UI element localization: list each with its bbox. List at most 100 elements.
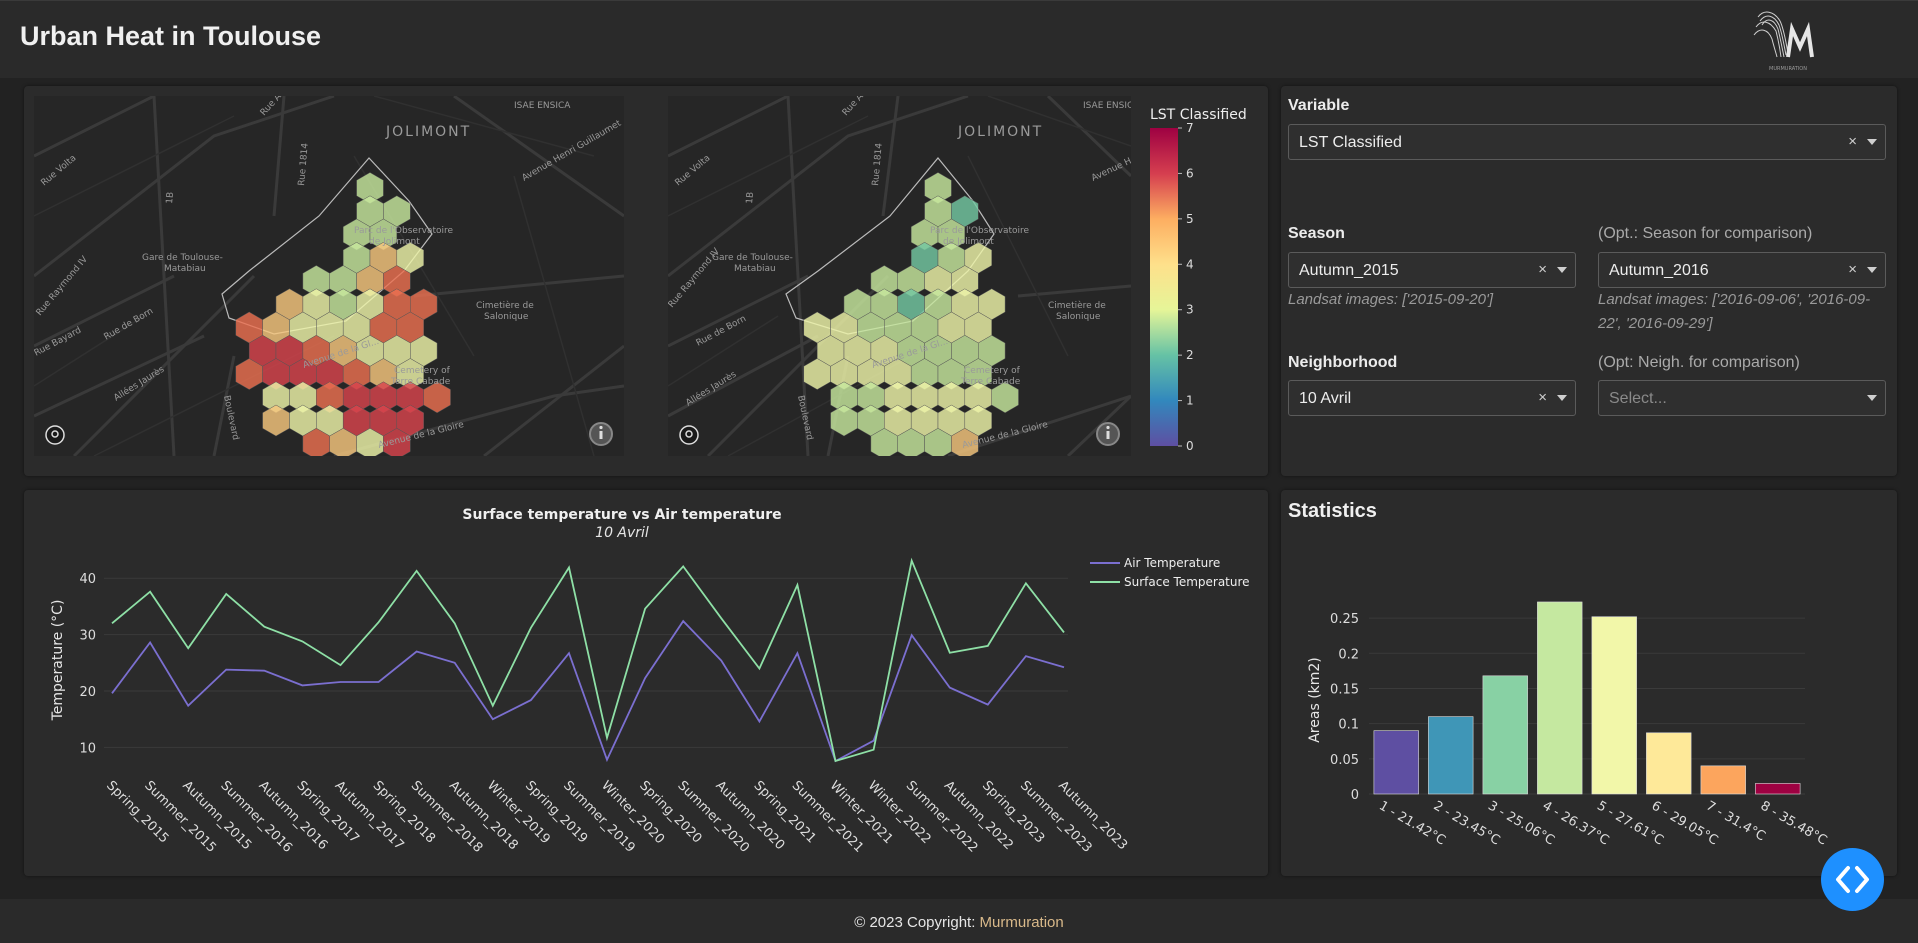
chevron-down-icon[interactable] [1867, 267, 1877, 273]
footer-copyright: © 2023 Copyright: [854, 914, 980, 931]
colorbar-tick-label: 5 [1186, 212, 1194, 226]
legend-entry[interactable]: Air Temperature [1124, 556, 1220, 570]
chart-title: Surface temperature vs Air temperature [462, 507, 781, 523]
colorbar-tick-label: 0 [1186, 439, 1194, 453]
bar[interactable] [1591, 616, 1637, 795]
colorbar-legend: LST Classified 0 1 2 3 4 5 6 7 [1150, 107, 1247, 453]
map-label-jaures: Allées Jaurès [684, 369, 739, 409]
season-compare-note-line-1: Landsat images: ['2016-09-06', '2016-09- [1598, 291, 1871, 308]
bar[interactable] [1755, 783, 1801, 795]
chevron-down-icon[interactable] [1867, 139, 1877, 145]
y-tick-label: 0.2 [1338, 647, 1359, 662]
map-label-volta: Rue Volta [674, 153, 713, 188]
season-landsat-note: Landsat images: ['2015-09-20'] [1288, 291, 1494, 308]
series-line-surface[interactable] [111, 557, 1065, 763]
season-select-value: Autumn_2015 [1299, 262, 1399, 279]
variable-select[interactable]: LST Classified × [1288, 124, 1886, 160]
maplibre-logo-icon[interactable] [45, 425, 65, 445]
chevron-down-icon[interactable] [1867, 395, 1877, 401]
chart-subtitle: 10 Avril [595, 525, 649, 541]
bar[interactable] [1373, 730, 1419, 795]
map-label-jaures: Allées Jaurès [112, 364, 167, 404]
map-label-observatoire: Parc de l'Observatoire [930, 226, 1030, 236]
variable-select-value: LST Classified [1299, 134, 1402, 151]
hex-cell [262, 404, 290, 437]
murmuration-logo: MURMURATION [1753, 11, 1814, 72]
clear-icon[interactable]: × [1538, 261, 1547, 278]
bar[interactable] [1537, 601, 1583, 795]
map-label-cimetiere: Cimetière de [1048, 300, 1106, 311]
map-label-boulevard: Boulevard [221, 395, 240, 442]
map-label-cemetery-2: Terre Cabade [390, 377, 451, 387]
neighborhood-select[interactable]: 10 Avril × [1288, 380, 1576, 416]
maplibre-logo-icon[interactable] [679, 425, 699, 445]
season-select[interactable]: Autumn_2015 × [1288, 252, 1576, 288]
map-label-gare: Gare de Toulouse- [712, 253, 793, 263]
legend-entry[interactable]: Surface Temperature [1124, 575, 1250, 589]
map-label-raymond: Rue Raymond IV [35, 254, 91, 318]
colorbar-tick-label: 2 [1186, 348, 1194, 362]
temperature-line-chart[interactable]: 10 20 30 40 Temperature (°C) Surface temperat… [24, 490, 1268, 876]
map-label-1b: 1B [165, 192, 176, 205]
colorbar-tick-label: 4 [1186, 257, 1194, 271]
map-label-jolimont: JOLIMONT [957, 124, 1043, 140]
neighborhood-label: Neighborhood [1288, 354, 1398, 371]
y-tick-label: 0.1 [1338, 718, 1359, 733]
chevron-down-icon[interactable] [1557, 267, 1567, 273]
bar[interactable] [1646, 732, 1692, 795]
map-right[interactable]: JOLIMONT ISAE ENSICA Rue Arago Rue 1814 … [668, 96, 1131, 456]
map-label-henri: Avenue Henri Guillaumet [521, 118, 624, 183]
map-label-jolimont: JOLIMONT [385, 124, 471, 140]
y-tick-label: 40 [79, 572, 96, 587]
app-header: Urban Heat in Toulouse MURMURATION [0, 0, 1918, 78]
footer-brand-link[interactable]: Murmuration [980, 914, 1064, 931]
clear-icon[interactable]: × [1848, 133, 1857, 150]
colorbar-tick-label: 1 [1186, 394, 1194, 408]
bar[interactable] [1428, 716, 1474, 795]
season-compare-note-line-2: 22', '2016-09-29'] [1598, 315, 1713, 332]
colorbar-gradient [1150, 128, 1178, 446]
chevron-down-icon[interactable] [1557, 395, 1567, 401]
map-label-gare-2: Matabiau [734, 264, 776, 274]
map-right-canvas[interactable]: JOLIMONT ISAE ENSICA Rue Arago Rue 1814 … [668, 96, 1131, 456]
map-info-icon[interactable] [1096, 422, 1120, 446]
hex-grid-right [803, 172, 1019, 456]
map-left[interactable]: JOLIMONT ISAE ENSICA Rue Arago Rue 1814 … [34, 96, 624, 456]
bar[interactable] [1700, 765, 1746, 795]
y-axis-label: Areas (km2) [1307, 657, 1323, 743]
map-label-cemetery: Cemetery of [394, 366, 451, 376]
page-title: Urban Heat in Toulouse [20, 21, 322, 51]
colorbar-ticks: 0 1 2 3 4 5 6 7 [1178, 121, 1194, 453]
colorbar-tick-label: 6 [1186, 166, 1194, 180]
clear-icon[interactable]: × [1538, 389, 1547, 406]
y-tick-label: 0 [1351, 788, 1359, 803]
code-icon [1836, 866, 1869, 893]
bar[interactable] [1482, 675, 1528, 795]
map-label-cimetiere: Cimetière de [476, 300, 534, 311]
map-label-observatoire: Parc de l'Observatoire [354, 226, 454, 236]
map-label-observatoire-2: de Jolimont [369, 237, 420, 247]
map-label-cemetery: Cemetery of [964, 366, 1021, 376]
variable-label: Variable [1288, 97, 1350, 114]
map-label-rue1814: Rue 1814 [871, 142, 885, 186]
colorbar-title: LST Classified [1150, 107, 1247, 123]
y-tick-label: 0.15 [1330, 682, 1359, 697]
map-label-gare-2: Matabiau [164, 264, 206, 274]
map-info-icon[interactable] [589, 422, 613, 446]
x-tick-label: 8 - 35.48°C [1758, 798, 1830, 848]
neighborhood-select-value: 10 Avril [1299, 390, 1352, 407]
area-bar-chart[interactable]: 00.050.10.150.20.25Areas (km2)1 - 21.42°… [1281, 490, 1897, 876]
map-label-isae: ISAE ENSICA [514, 101, 571, 111]
neighborhood-compare-select[interactable]: Select... [1598, 380, 1886, 416]
y-axis-label: Temperature (°C) [50, 600, 66, 722]
map-label-rue1814: Rue 1814 [297, 142, 311, 186]
season-compare-select[interactable]: Autumn_2016 × [1598, 252, 1886, 288]
season-label: Season [1288, 225, 1345, 242]
map-label-cemetery-2: Terre Cabade [960, 377, 1021, 387]
colorbar-tick-label: 7 [1186, 121, 1194, 135]
code-toggle-button[interactable] [1821, 848, 1884, 911]
clear-icon[interactable]: × [1848, 261, 1857, 278]
map-label-1b: 1B [745, 192, 756, 205]
map-left-canvas[interactable]: JOLIMONT ISAE ENSICA Rue Arago Rue 1814 … [34, 96, 624, 456]
map-label-cimetiere-2: Salonique [484, 312, 529, 322]
